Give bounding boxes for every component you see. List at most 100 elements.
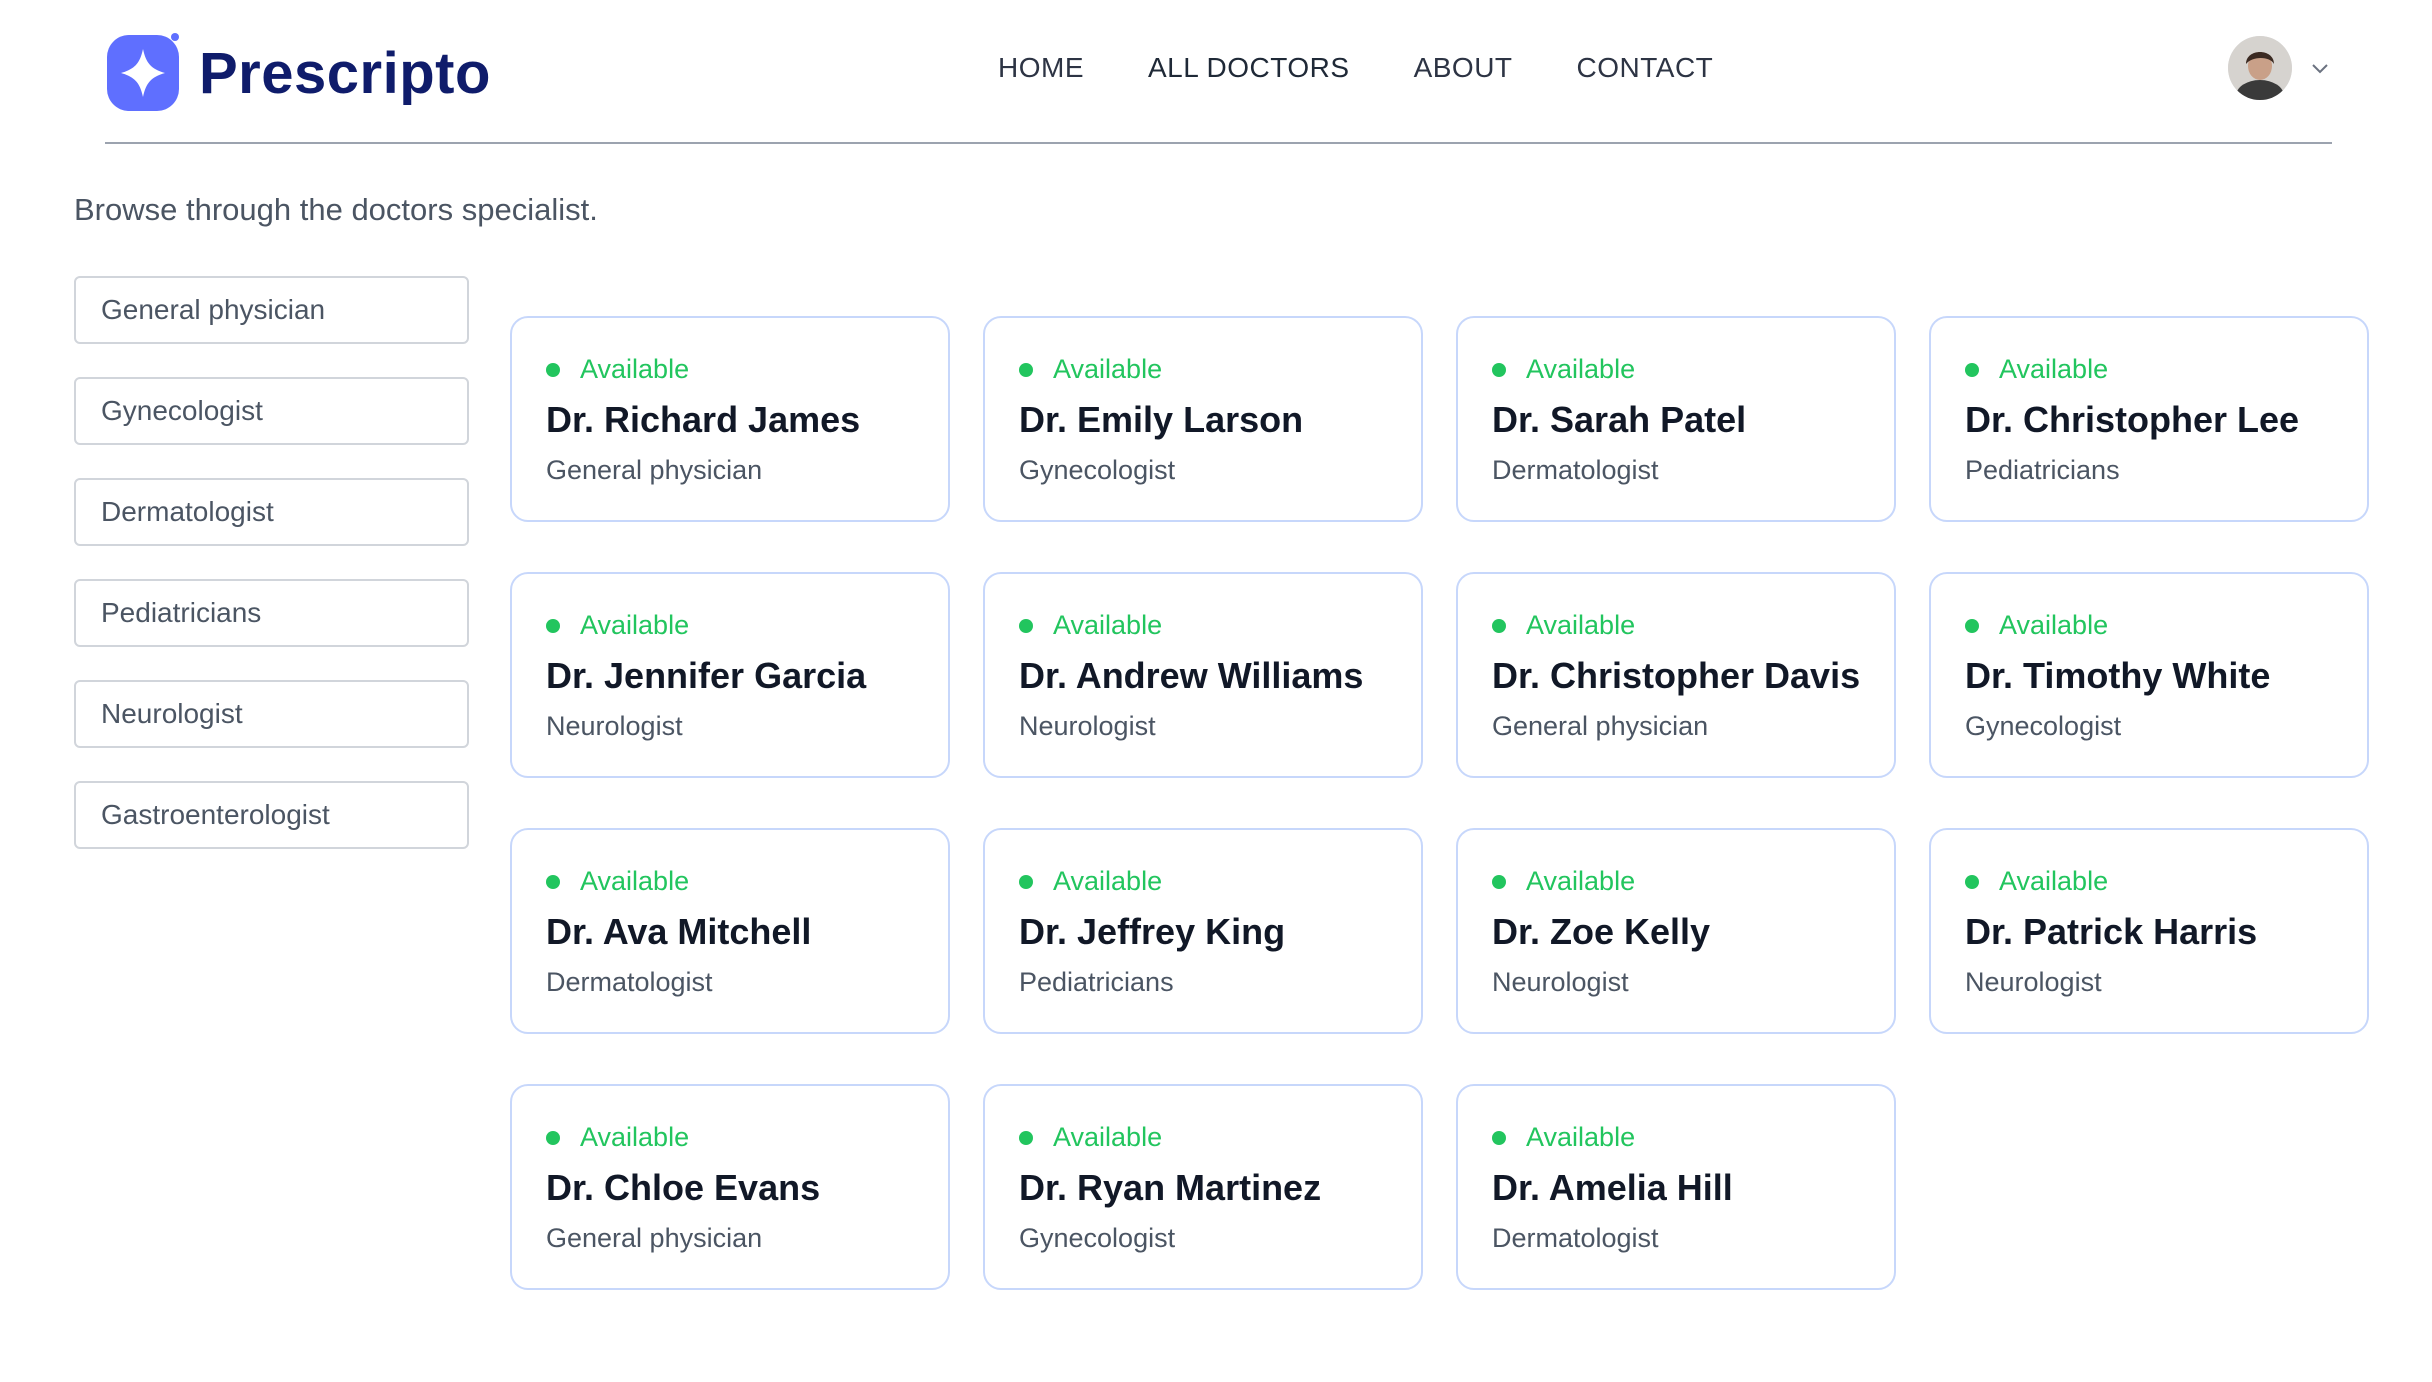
status-label: Available <box>1053 610 1163 640</box>
doctor-card[interactable]: Available Dr. Amelia Hill Dermatologist <box>1456 1084 1896 1290</box>
doctor-card[interactable]: Available Dr. Sarah Patel Dermatologist <box>1456 316 1896 522</box>
doctor-speciality: Neurologist <box>1492 967 1629 997</box>
status-label: Available <box>1999 354 2109 384</box>
status-label: Available <box>580 1122 690 1152</box>
doctor-card[interactable]: Available Dr. Richard James General physic… <box>510 316 950 522</box>
doctor-name: Dr. Jeffrey King <box>1019 911 1286 952</box>
doctor-speciality: Neurologist <box>1019 711 1156 741</box>
doctor-speciality: Gynecologist <box>1965 711 2122 741</box>
logo-icon <box>107 33 179 111</box>
availability-status: Available <box>1019 354 1387 385</box>
status-dot-icon <box>546 1130 560 1145</box>
status-label: Available <box>1999 866 2109 896</box>
status-label: Available <box>1526 1122 1636 1152</box>
doctor-speciality: Dermatologist <box>1492 455 1659 485</box>
availability-status: Available <box>1492 866 1860 897</box>
status-label: Available <box>1999 610 2109 640</box>
speciality-filter-list: General physician Gynecologist Dermatolo… <box>74 276 469 882</box>
status-dot-icon <box>546 362 560 377</box>
brand-logo[interactable]: Prescripto <box>105 28 491 118</box>
status-label: Available <box>580 866 690 896</box>
doctor-speciality: General physician <box>1492 711 1709 741</box>
availability-status: Available <box>546 1122 914 1153</box>
availability-status: Available <box>1965 866 2333 897</box>
doctor-name: Dr. Ryan Martinez <box>1019 1167 1322 1208</box>
doctor-speciality: Pediatricians <box>1965 455 2120 485</box>
availability-status: Available <box>546 610 914 641</box>
doctor-card[interactable]: Available Dr. Chloe Evans General physicia… <box>510 1084 950 1290</box>
status-dot-icon <box>1492 618 1506 633</box>
doctor-card[interactable]: Available Dr. Patrick Harris Neurologist <box>1929 828 2369 1034</box>
doctor-name: Dr. Christopher Lee <box>1965 399 2300 440</box>
status-dot-icon <box>1965 362 1979 377</box>
status-dot-icon <box>546 874 560 889</box>
page-subtitle: Browse through the doctors specialist. <box>74 192 598 227</box>
doctor-name: Dr. Jennifer Garcia <box>546 655 867 696</box>
availability-status: Available <box>546 866 914 897</box>
availability-status: Available <box>546 354 914 385</box>
status-dot-icon <box>546 618 560 633</box>
availability-status: Available <box>1019 1122 1387 1153</box>
doctor-name: Dr. Christopher Davis <box>1492 655 1861 696</box>
doctor-speciality: Neurologist <box>546 711 683 741</box>
status-dot-icon <box>1019 618 1033 633</box>
doctor-speciality: Gynecologist <box>1019 455 1176 485</box>
nav-home[interactable]: HOME <box>998 52 1084 84</box>
status-label: Available <box>1526 610 1636 640</box>
doctor-speciality: Dermatologist <box>546 967 713 997</box>
chevron-down-icon[interactable] <box>2308 56 2332 80</box>
availability-status: Available <box>1019 610 1387 641</box>
avatar[interactable] <box>2228 36 2292 100</box>
doctor-name: Dr. Patrick Harris <box>1965 911 2258 952</box>
doctor-card[interactable]: Available Dr. Christopher Lee Pediatrician… <box>1929 316 2369 522</box>
doctor-name: Dr. Ava Mitchell <box>546 911 812 952</box>
filter-dermatologist[interactable]: Dermatologist <box>74 478 469 546</box>
doctor-speciality: Neurologist <box>1965 967 2102 997</box>
doctor-name: Dr. Zoe Kelly <box>1492 911 1711 952</box>
doctor-card[interactable]: Available Dr. Christopher Davis General ph… <box>1456 572 1896 778</box>
status-dot-icon <box>1492 1130 1506 1145</box>
doctor-speciality: General physician <box>546 455 763 485</box>
status-label: Available <box>1053 354 1163 384</box>
doctor-card[interactable]: Available Dr. Ryan Martinez Gynecologist <box>983 1084 1423 1290</box>
doctor-card[interactable]: Available Dr. Zoe Kelly Neurologist <box>1456 828 1896 1034</box>
availability-status: Available <box>1492 1122 1860 1153</box>
filter-general-physician[interactable]: General physician <box>74 276 469 344</box>
profile-menu[interactable] <box>2228 36 2332 100</box>
doctor-card[interactable]: Available Dr. Emily Larson Gynecologist <box>983 316 1423 522</box>
doctor-speciality: Dermatologist <box>1492 1223 1659 1253</box>
status-dot-icon <box>1019 874 1033 889</box>
filter-gynecologist[interactable]: Gynecologist <box>74 377 469 445</box>
status-dot-icon <box>1019 1130 1033 1145</box>
doctor-card[interactable]: Available Dr. Timothy White Gynecologist <box>1929 572 2369 778</box>
nav-all-doctors[interactable]: ALL DOCTORS <box>1148 52 1350 84</box>
doctor-card[interactable]: Available Dr. Jeffrey King Pediatricians <box>983 828 1423 1034</box>
filter-gastroenterologist[interactable]: Gastroenterologist <box>74 781 469 849</box>
doctor-name: Dr. Chloe Evans <box>546 1167 821 1208</box>
availability-status: Available <box>1965 610 2333 641</box>
availability-status: Available <box>1019 866 1387 897</box>
doctor-speciality: Gynecologist <box>1019 1223 1176 1253</box>
status-dot-icon <box>1492 362 1506 377</box>
nav-about[interactable]: ABOUT <box>1414 52 1513 84</box>
status-label: Available <box>1053 866 1163 896</box>
doctor-name: Dr. Sarah Patel <box>1492 399 1747 440</box>
status-dot-icon <box>1965 618 1979 633</box>
filter-pediatricians[interactable]: Pediatricians <box>74 579 469 647</box>
brand-name: Prescripto <box>199 40 491 106</box>
doctor-card[interactable]: Available Dr. Ava Mitchell Dermatologist <box>510 828 950 1034</box>
doctor-card[interactable]: Available Dr. Jennifer Garcia Neurologist <box>510 572 950 778</box>
doctor-name: Dr. Andrew Williams <box>1019 655 1364 696</box>
status-dot-icon <box>1019 362 1033 377</box>
doctor-card[interactable]: Available Dr. Andrew Williams Neurologist <box>983 572 1423 778</box>
filter-neurologist[interactable]: Neurologist <box>74 680 469 748</box>
doctor-speciality: Pediatricians <box>1019 967 1174 997</box>
status-dot-icon <box>1965 874 1979 889</box>
nav-contact[interactable]: CONTACT <box>1577 52 1714 84</box>
status-label: Available <box>580 610 690 640</box>
status-label: Available <box>580 354 690 384</box>
doctor-name: Dr. Amelia Hill <box>1492 1167 1733 1208</box>
doctor-name: Dr. Richard James <box>546 399 861 440</box>
doctor-name: Dr. Timothy White <box>1965 655 2271 696</box>
doctor-name: Dr. Emily Larson <box>1019 399 1304 440</box>
